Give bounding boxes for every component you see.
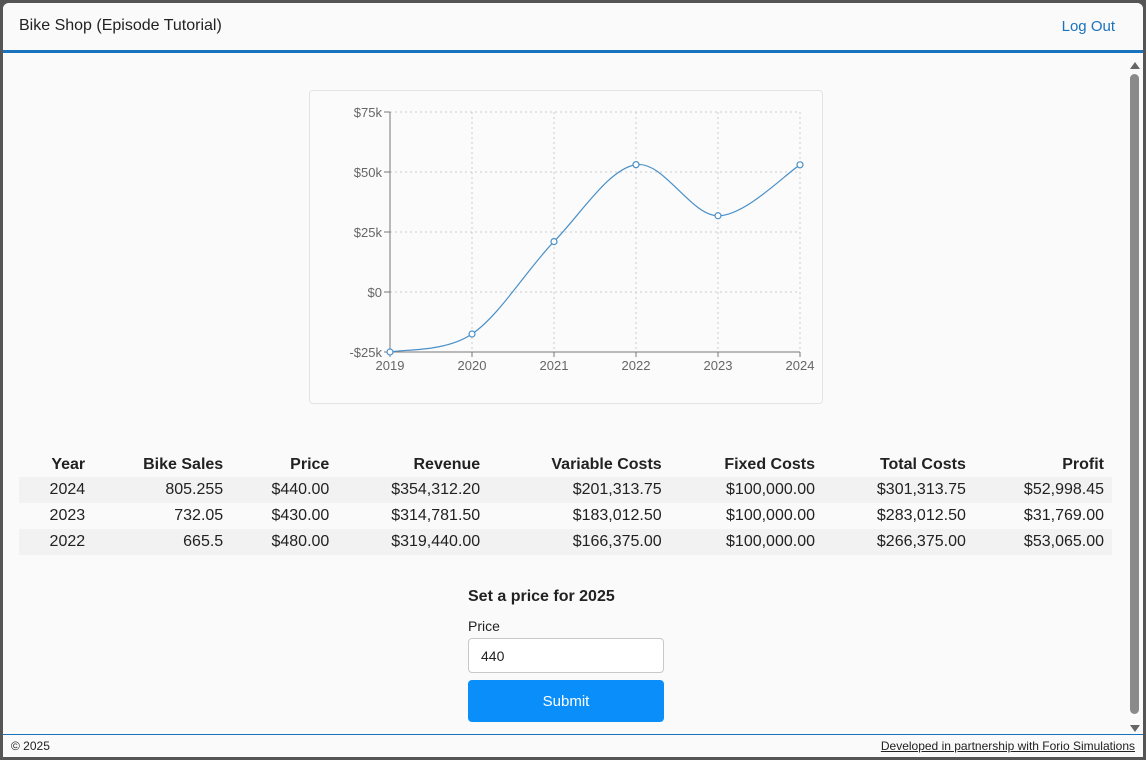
y-tick-label: $25k (354, 225, 383, 240)
table-cell: 665.5 (183, 533, 224, 550)
price-form: Set a price for 2025 Price Submit (468, 588, 664, 722)
table-cell: $430.00 (271, 507, 330, 524)
results-table: Year Bike Sales Price Revenue Variable Costs… (19, 453, 1112, 555)
scroll-thumb[interactable] (1130, 74, 1139, 714)
table-cell: $440.00 (271, 481, 330, 498)
scroll-up-arrow-icon[interactable] (1130, 62, 1140, 69)
app-title: Bike Shop (Episode Tutorial) (19, 17, 222, 34)
table-cell: $52,998.45 (1023, 481, 1104, 498)
table-cell: $100,000.00 (726, 481, 815, 498)
app-header: Bike Shop (Episode Tutorial) Log Out (3, 3, 1143, 53)
form-heading: Set a price for 2025 (468, 588, 615, 605)
profit-series-line (389, 164, 801, 353)
x-tick-label: 2019 (376, 358, 405, 373)
data-point (550, 238, 558, 246)
column-header: Total Costs (879, 456, 966, 473)
app-footer: © 2025 Developed in partnership with For… (3, 734, 1143, 757)
main-content: $75k $50k $25k $0 -$25k 2019 2020 2021 2022 2023 2… (3, 56, 1127, 734)
data-point (632, 161, 640, 169)
column-header: Variable Costs (551, 456, 662, 473)
table-row: 2023 732.05 $430.00 $314,781.50 $183,012.50 $… (19, 503, 1112, 529)
x-tick-label: 2023 (704, 358, 733, 373)
y-tick-label: $0 (368, 285, 382, 300)
column-header: Profit (1062, 456, 1104, 473)
table-cell: $31,769.00 (1023, 507, 1104, 524)
table-cell: 2024 (49, 481, 86, 498)
table-cell: $266,375.00 (876, 533, 966, 550)
column-header: Price (290, 456, 330, 473)
table-cell: 2023 (49, 507, 86, 524)
table-row: 2022 665.5 $480.00 $319,440.00 $166,375.00 $1… (19, 529, 1112, 555)
profit-line-chart: $75k$50k$25k$0-$25k2019 2020 2021 2022 2023 2… (349, 105, 815, 373)
table-cell: $283,012.50 (876, 507, 966, 524)
data-point (796, 161, 804, 169)
app-window: Bike Shop (Episode Tutorial) Log Out $75… (3, 3, 1143, 757)
price-input[interactable] (468, 638, 664, 673)
logout-link[interactable]: Log Out (1062, 18, 1115, 35)
table-cell: $183,012.50 (572, 507, 662, 524)
table-cell: 732.05 (174, 507, 224, 524)
y-tick-label: $50k (354, 165, 383, 180)
table-cell: $166,375.00 (572, 533, 662, 550)
data-point (386, 348, 394, 356)
x-tick-label: 2020 (458, 358, 487, 373)
vertical-scrollbar[interactable] (1127, 56, 1143, 734)
submit-button[interactable]: Submit (468, 680, 664, 722)
data-point (468, 330, 476, 338)
partner-link[interactable]: Developed in partnership with Forio Simu… (881, 739, 1135, 753)
data-point (714, 212, 722, 220)
price-label: Price (468, 618, 500, 634)
column-header: Year (51, 456, 86, 473)
table-cell: $301,313.75 (876, 481, 966, 498)
table-row: 2024 805.255 $440.00 $354,312.20 $201,313.75… (19, 477, 1112, 503)
column-header: Revenue (413, 456, 481, 473)
table-cell: $480.00 (271, 533, 330, 550)
y-tick-label: $75k (354, 105, 383, 120)
table-cell: $100,000.00 (726, 507, 815, 524)
table-header-row: Year Bike Sales Price Revenue Variable Costs… (19, 453, 1112, 477)
table-cell: $314,781.50 (391, 507, 481, 524)
scroll-down-arrow-icon[interactable] (1130, 725, 1140, 732)
table-cell: $53,065.00 (1023, 533, 1104, 550)
column-header: Fixed Costs (724, 456, 815, 473)
column-header: Bike Sales (143, 456, 224, 473)
copyright-text: © 2025 (11, 739, 50, 753)
x-tick-label: 2021 (540, 358, 569, 373)
x-tick-label: 2024 (786, 358, 815, 373)
table-cell: $354,312.20 (391, 481, 481, 498)
table-cell: $100,000.00 (726, 533, 815, 550)
table-cell: $319,440.00 (391, 533, 481, 550)
table-cell: 805.255 (165, 481, 224, 498)
table-cell: 2022 (49, 533, 86, 550)
profit-chart-card: $75k $50k $25k $0 -$25k 2019 2020 2021 2022 2023 2… (309, 90, 823, 404)
x-tick-label: 2022 (622, 358, 651, 373)
table-cell: $201,313.75 (572, 481, 662, 498)
